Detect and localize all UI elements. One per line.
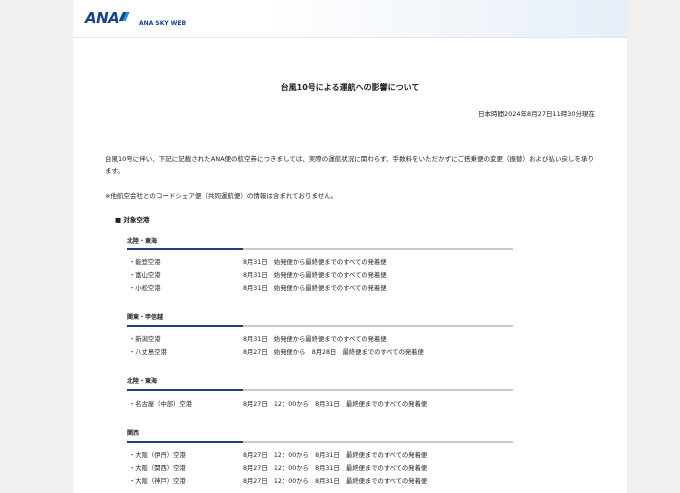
timestamp: 日本時間2024年8月27日11時30分現在 [478,110,595,118]
list-item: ・八丈島空港 8月27日 始発便から 8月28日 最終便までのすべての発着便 [129,348,569,358]
page: ANA ANA SKY WEB 台風10号による運航への影響について 日本時間2… [73,0,627,493]
list-item: ・能登空港 8月31日 始発便から最終便までのすべての発着便 [129,258,569,268]
airport-heading: ■ 対象空港 [115,216,150,224]
list-item: ・名古屋（中部）空港 8月27日 12：00から 8月31日 最終便までのすべて… [129,400,569,410]
region-divider [127,248,513,250]
brand-subtitle[interactable]: ANA SKY WEB [139,20,186,27]
region-title: 関東・甲信越 [127,314,164,321]
intro-text: 台風10号に伴い、下記に記載されたANA便の航空券につきましては、実際の運航状況… [105,155,594,175]
affected-period: 8月27日 12：00から 8月31日 最終便までのすべての発着便 [243,478,428,485]
airport-name: ・大阪（伊丹）空港 [129,452,186,459]
airport-name: ・大阪（関西）空港 [129,465,186,472]
region-divider [127,389,513,391]
airport-name: ・能登空港 [129,259,161,266]
affected-period: 8月27日 12：00から 8月31日 最終便までのすべての発着便 [243,465,428,472]
codeshare-note: ※他航空会社とのコードシェア便（共同運航便）の情報は含まれておりません。 [105,192,338,200]
region-title: 北陸・東海 [127,238,158,245]
airport-name: ・大阪（神戸）空港 [129,478,186,485]
list-item: ・大阪（神戸）空港 8月27日 12：00から 8月31日 最終便までのすべての… [129,477,569,487]
airport-name: ・富山空港 [129,272,161,279]
list-item: ・富山空港 8月31日 始発便から最終便までのすべての発着便 [129,271,569,281]
page-title: 台風10号による運航への影響について [280,83,420,92]
affected-period: 8月27日 12：00から 8月31日 最終便までのすべての発着便 [243,401,428,408]
region-divider [127,325,513,327]
ana-logo[interactable]: ANA [85,9,120,27]
site-header: ANA ANA SKY WEB [73,0,627,38]
list-item: ・新潟空港 8月31日 始発便から最終便までのすべての発着便 [129,335,569,345]
affected-period: 8月31日 始発便から最終便までのすべての発着便 [243,336,387,343]
ana-logo-stripe-icon [118,12,130,21]
list-item: ・小松空港 8月31日 始発便から最終便までのすべての発着便 [129,284,569,294]
list-item: ・大阪（伊丹）空港 8月27日 12：00から 8月31日 最終便までのすべての… [129,451,569,461]
affected-period: 8月31日 始発便から最終便までのすべての発着便 [243,272,387,279]
region-title: 関西 [127,430,140,437]
region-title: 北陸・東海 [127,378,158,385]
list-item: ・大阪（関西）空港 8月27日 12：00から 8月31日 最終便までのすべての… [129,464,569,474]
affected-period: 8月27日 始発便から 8月28日 最終便までのすべての発着便 [243,349,424,356]
affected-period: 8月31日 始発便から最終便までのすべての発着便 [243,259,387,266]
airport-name: ・名古屋（中部）空港 [129,401,192,408]
airport-name: ・八丈島空港 [129,349,167,356]
affected-period: 8月31日 始発便から最終便までのすべての発着便 [243,285,387,292]
airport-name: ・小松空港 [129,285,161,292]
affected-period: 8月27日 12：00から 8月31日 最終便までのすべての発着便 [243,452,428,459]
region-divider [127,441,513,443]
airport-name: ・新潟空港 [129,336,161,343]
